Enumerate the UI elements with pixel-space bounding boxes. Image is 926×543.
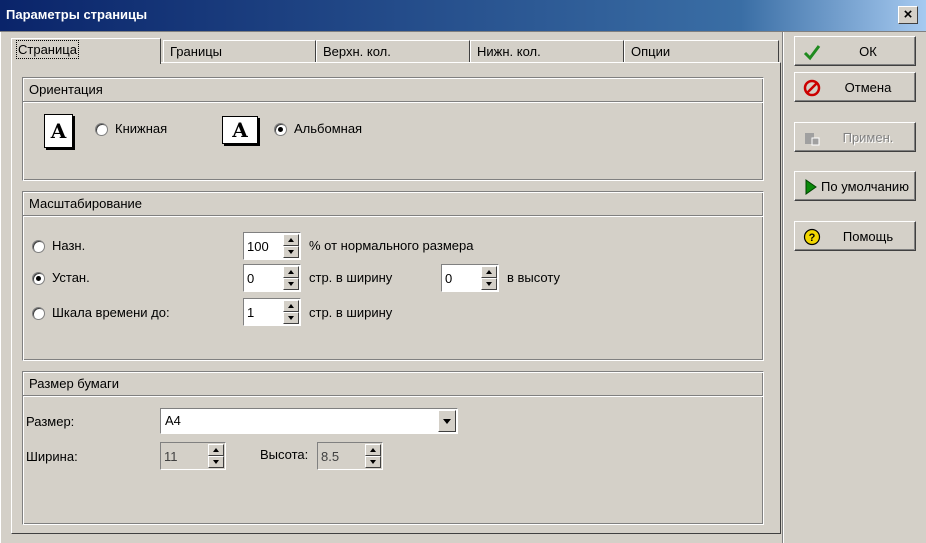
scale-percent-spinner[interactable] xyxy=(243,232,301,260)
fit-height-spinner[interactable] xyxy=(441,264,499,292)
scale-percent-label[interactable]: Назн. xyxy=(52,238,85,253)
scale-percent-suffix: % от нормального размера xyxy=(309,238,474,253)
spin-up-arrow[interactable] xyxy=(481,266,497,278)
spin-down-arrow[interactable] xyxy=(208,456,224,468)
scale-percent-radio[interactable] xyxy=(32,240,45,253)
paper-size-select[interactable]: A4 xyxy=(160,408,458,434)
landscape-label[interactable]: Альбомная xyxy=(294,121,362,136)
tab-options[interactable]: Опции xyxy=(624,40,779,63)
fit-width-spinner[interactable] xyxy=(243,264,301,292)
tab-page[interactable]: Страница xyxy=(11,38,161,64)
paper-width-input[interactable] xyxy=(162,444,207,468)
spin-up-arrow[interactable] xyxy=(365,444,381,456)
window-title: Параметры страницы xyxy=(6,7,148,22)
spin-up-arrow[interactable] xyxy=(283,300,299,312)
scaling-heading: Масштабирование xyxy=(23,192,763,216)
help-button-label: Помощь xyxy=(842,229,894,244)
check-icon xyxy=(803,45,821,61)
paper-size-group: Размер бумаги Размер: A4 Ширина: Высота: xyxy=(22,371,764,525)
timescale-suffix: стр. в ширину xyxy=(309,305,393,320)
timescale-label[interactable]: Шкала времени до: xyxy=(52,305,170,320)
paper-width-spinner[interactable] xyxy=(160,442,226,470)
timescale-radio[interactable] xyxy=(32,307,45,320)
dialog-body: Страница Границы Верхн. кол. Нижн. кол. … xyxy=(0,32,926,543)
tab-footer[interactable]: Нижн. кол. xyxy=(470,40,624,63)
timescale-input[interactable] xyxy=(245,300,282,324)
portrait-radio[interactable] xyxy=(95,123,108,136)
tab-strip: Страница Границы Верхн. кол. Нижн. кол. … xyxy=(11,38,781,64)
spin-up-arrow[interactable] xyxy=(283,266,299,278)
spin-down-arrow[interactable] xyxy=(283,278,299,290)
title-bar: Параметры страницы × xyxy=(0,0,926,32)
paper-height-label: Высота: xyxy=(260,447,309,462)
paper-size-value: A4 xyxy=(165,413,181,428)
orientation-heading: Ориентация xyxy=(23,78,763,102)
close-button[interactable]: × xyxy=(898,6,918,24)
fit-width-suffix: стр. в ширину xyxy=(309,270,393,285)
svg-text:?: ? xyxy=(809,232,816,244)
divider xyxy=(782,32,784,543)
landscape-radio[interactable] xyxy=(274,123,287,136)
scale-percent-input[interactable] xyxy=(245,234,282,258)
chevron-down-icon[interactable] xyxy=(438,410,456,432)
landscape-page-icon: A xyxy=(222,116,258,144)
spin-down-arrow[interactable] xyxy=(283,246,299,258)
defaults-button-label: По умолчанию xyxy=(821,179,909,194)
ok-button-label: ОК xyxy=(859,44,877,59)
fit-to-radio[interactable] xyxy=(32,272,45,285)
spin-up-arrow[interactable] xyxy=(208,444,224,456)
portrait-label[interactable]: Книжная xyxy=(115,121,167,136)
tab-borders[interactable]: Границы xyxy=(163,40,316,63)
paper-height-spinner[interactable] xyxy=(317,442,383,470)
paper-size-heading: Размер бумаги xyxy=(23,372,763,396)
apply-button-label: Примен. xyxy=(842,130,894,145)
apply-icon xyxy=(805,133,820,146)
fit-to-label[interactable]: Устан. xyxy=(52,270,90,285)
apply-button[interactable]: Примен. xyxy=(794,122,916,152)
ok-button[interactable]: ОК xyxy=(794,36,916,66)
paper-size-label: Размер: xyxy=(26,414,75,429)
help-button[interactable]: ? Помощь xyxy=(794,221,916,251)
tab-header[interactable]: Верхн. кол. xyxy=(316,40,470,63)
cancel-button-label: Отмена xyxy=(844,80,892,95)
spin-down-arrow[interactable] xyxy=(283,312,299,324)
fit-height-suffix: в высоту xyxy=(507,270,560,285)
spin-down-arrow[interactable] xyxy=(365,456,381,468)
paper-height-input[interactable] xyxy=(319,444,364,468)
spin-down-arrow[interactable] xyxy=(481,278,497,290)
fit-width-input[interactable] xyxy=(245,266,282,290)
tab-panel-page: Ориентация A Книжная A Альбомная Масштаб… xyxy=(11,62,781,534)
help-icon: ? xyxy=(803,228,821,246)
paper-width-label: Ширина: xyxy=(26,449,78,464)
cancel-button[interactable]: Отмена xyxy=(794,72,916,102)
fit-height-input[interactable] xyxy=(443,266,480,290)
orientation-group: Ориентация A Книжная A Альбомная xyxy=(22,77,764,181)
spin-up-arrow[interactable] xyxy=(283,234,299,246)
timescale-spinner[interactable] xyxy=(243,298,301,326)
scaling-group: Масштабирование Назн. % от нормального р… xyxy=(22,191,764,361)
portrait-page-icon: A xyxy=(44,114,73,148)
cancel-icon xyxy=(803,79,821,97)
defaults-button[interactable]: По умолчанию xyxy=(794,171,916,201)
